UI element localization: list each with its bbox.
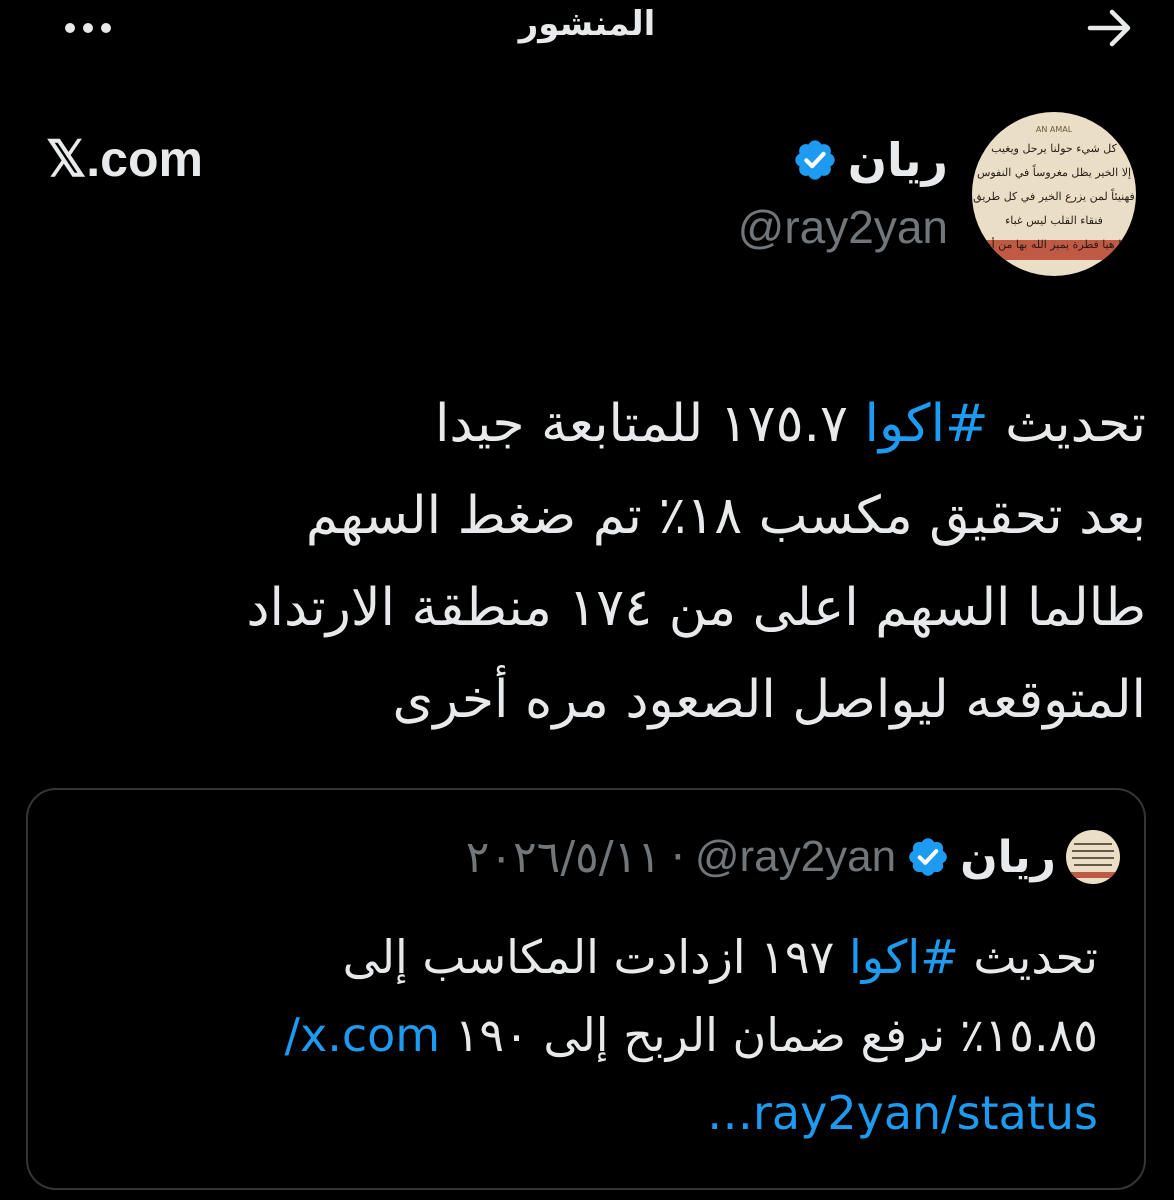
page-title: المنشور	[518, 4, 656, 44]
more-options-button[interactable]	[60, 4, 116, 52]
quote-line-1-prefix: تحديث	[958, 930, 1098, 984]
avatar-calligraphy-line: إنما هيا فطرة يميز الله بها من أحب	[974, 237, 1134, 251]
avatar-calligraphy-line: فنقاء القلب ليس غباء	[1005, 214, 1103, 227]
top-bar: المنشور	[0, 0, 1174, 60]
quoted-author-handle: @ray2yan	[694, 832, 897, 881]
post-line-2: بعد تحقيق مكسب ١٨٪ تم ضغط السهم	[305, 486, 1146, 546]
quoted-author-avatar	[1066, 830, 1120, 884]
verified-badge-icon	[795, 140, 835, 180]
post-text: تحديث #اكوا ١٧٥.٧ للمتابعة جيدا بعد تحقي…	[130, 378, 1146, 746]
post-line-1-prefix: تحديث	[988, 394, 1146, 454]
separator-dot: ·	[670, 831, 685, 883]
author-handle[interactable]: @ray2yan	[738, 200, 948, 254]
author-name[interactable]: ريان	[848, 133, 948, 187]
more-dots-icon	[65, 23, 111, 33]
quote-hashtag-link[interactable]: #اكوا	[849, 930, 959, 984]
verified-badge-icon	[909, 838, 947, 876]
quote-line-1: تحديث #اكوا ١٩٧ ازدادت المكاسب إلى	[168, 918, 1098, 996]
quote-url-link-end[interactable]: ray2yan/status…	[707, 1086, 1098, 1140]
post-line-3: طالما السهم اعلى من ١٧٤ منطقة الارتداد	[246, 578, 1146, 638]
back-button[interactable]	[1082, 4, 1138, 52]
quoted-post-text: تحديث #اكوا ١٩٧ ازدادت المكاسب إلى ١٥.٨٥…	[168, 918, 1098, 1152]
author-avatar[interactable]: AN AMAL كل شيء حولنا يرحل ويغيب إلا الخير…	[972, 112, 1136, 276]
hashtag-link[interactable]: #اكوا	[865, 394, 989, 454]
quoted-author-name: ريان	[960, 831, 1056, 883]
author-name-row: ريان	[792, 130, 948, 190]
quote-line-2-text: ١٥.٨٥٪ نرفع ضمان الربح إلى ١٩٠	[440, 1008, 1098, 1062]
quote-line-2: ١٥.٨٥٪ نرفع ضمان الربح إلى ١٩٠ x.com/	[168, 996, 1098, 1074]
svg-text:AN AMAL: AN AMAL	[1036, 125, 1073, 134]
quoted-post-card[interactable]: ريان @ray2yan · ٢٠٢٦/٥/١١ تحديث #اكوا ١٩…	[26, 788, 1146, 1190]
post-line-1: تحديث #اكوا ١٧٥.٧ للمتابعة جيدا	[130, 378, 1146, 470]
quote-url-link-start[interactable]: x.com/	[284, 1008, 440, 1062]
post-line-4: المتوقعه ليواصل الصعود مره أخرى	[392, 670, 1147, 730]
site-label: 𝕏.com	[46, 131, 203, 187]
avatar-image	[1066, 830, 1120, 884]
quoted-post-header: ريان @ray2yan · ٢٠٢٦/٥/١١	[466, 822, 1120, 892]
avatar-image: AN AMAL كل شيء حولنا يرحل ويغيب إلا الخير…	[972, 112, 1136, 276]
avatar-calligraphy-line: فهنيئاً لمن يزرع الخير في كل طريق	[973, 188, 1135, 203]
avatar-calligraphy-line: كل شيء حولنا يرحل ويغيب	[991, 142, 1117, 155]
avatar-calligraphy-line: إلا الخير يظل مغروساً في النفوس	[977, 164, 1131, 179]
quote-line-1-suffix: ١٩٧ ازدادت المكاسب إلى	[342, 930, 849, 984]
post-line-1-suffix: ١٧٥.٧ للمتابعة جيدا	[434, 394, 865, 454]
quoted-post-date: ٢٠٢٦/٥/١١	[465, 831, 661, 883]
arrow-right-icon	[1087, 9, 1131, 47]
quote-line-3: ray2yan/status…	[168, 1074, 1098, 1152]
